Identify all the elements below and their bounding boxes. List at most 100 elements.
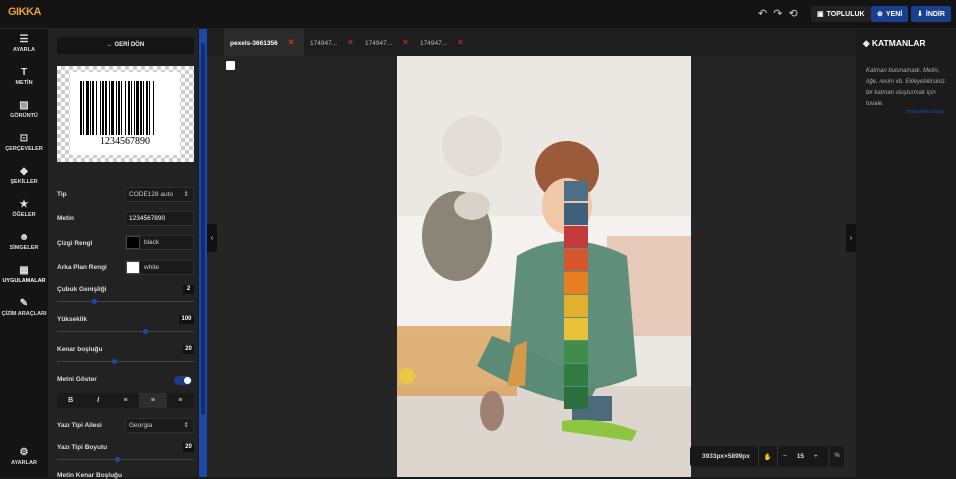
collapse-right-button[interactable]: › <box>846 224 856 252</box>
document-tabs: pexels-3661356 ✕ 174947... ✕ 174947... ✕ 17… <box>207 29 856 56</box>
type-select[interactable]: CODE128 auto ⇕ <box>125 187 194 202</box>
layers-panel: ◈ KATMANLAR Katman bulunamadı. Metin, öğ… <box>856 29 956 477</box>
resize-corner-icon[interactable] <box>226 61 235 70</box>
slider-knob[interactable] <box>115 457 120 462</box>
layers-start-link[interactable]: tıklayarak başla <box>906 109 944 115</box>
text-icon: T <box>20 67 28 78</box>
gear-icon: ⚙ <box>19 447 29 458</box>
back-button[interactable]: ← GERİ DÖN <box>57 37 194 54</box>
star-icon: ★ <box>19 199 29 210</box>
download-button[interactable]: ⬇ İNDİR <box>911 6 951 22</box>
brush-icon: ✎ <box>19 298 29 309</box>
nav-item-elements[interactable]: ★ ÖĞELER <box>0 199 48 229</box>
shapes-icon: ◆ <box>20 166 28 177</box>
barcode-bars <box>80 81 170 135</box>
align-center-button[interactable]: ≡ <box>139 393 167 408</box>
text-label: Metin <box>57 215 74 222</box>
chat-icon: ▣ <box>817 11 824 18</box>
barcode-panel: ← GERİ DÖN 1234567890 Tip CODE128 auto ⇕ … <box>48 29 198 479</box>
zoom-in-button[interactable]: + <box>809 453 823 460</box>
nav-item-image[interactable]: ▨ GÖRÜNTÜ <box>0 100 48 130</box>
zoom-percent-button[interactable]: % <box>830 446 844 467</box>
align-left-button[interactable]: ≡ <box>112 393 139 408</box>
grid-icon: ▦ <box>19 265 29 276</box>
line-color-swatch[interactable] <box>126 236 140 249</box>
italic-button[interactable]: I <box>84 393 111 408</box>
close-icon[interactable]: ✕ <box>347 38 354 47</box>
emoji-icon: ☻ <box>18 232 30 243</box>
show-text-label: Metni Göster <box>57 376 97 383</box>
sliders-icon: ☰ <box>19 34 29 45</box>
nav-item-drawing-tools[interactable]: ✎ ÇİZİM ARAÇLARI <box>0 298 48 328</box>
history-icon[interactable]: ⟲ <box>788 7 797 20</box>
bold-button[interactable]: B <box>57 393 84 408</box>
nav-item-settings[interactable]: ⚙ AYARLAR <box>0 447 48 477</box>
barcode-bar <box>154 81 156 135</box>
nav-item-frames[interactable]: ⊡ ÇERÇEVELER <box>0 133 48 163</box>
height-value: 100 <box>179 315 194 324</box>
tab-4[interactable]: 174947... ✕ <box>414 29 469 56</box>
barcode-preview: 1234567890 <box>57 66 194 162</box>
redo-icon[interactable]: ↷ <box>773 7 782 20</box>
bg-color-swatch[interactable] <box>126 261 140 274</box>
zoom-out-button[interactable]: − <box>778 453 792 460</box>
close-icon[interactable]: ✕ <box>457 38 464 47</box>
slider-knob[interactable] <box>112 359 117 364</box>
slider-knob[interactable] <box>92 299 97 304</box>
frame-icon: ⊡ <box>19 133 29 144</box>
bar-width-label: Çubuk Genişliği <box>57 286 107 293</box>
font-size-value: 20 <box>183 443 194 452</box>
new-button[interactable]: ⊕ YENİ <box>871 6 909 22</box>
nav-item-shapes[interactable]: ◆ ŞEKİLLER <box>0 166 48 196</box>
tab-pexels[interactable]: pexels-3661356 ✕ <box>224 29 304 56</box>
margin-value: 20 <box>183 345 194 354</box>
font-size-slider[interactable] <box>57 457 194 462</box>
collapse-left-button[interactable]: ‹ <box>207 224 217 252</box>
margin-slider[interactable] <box>57 359 194 364</box>
layers-empty-text: Katman bulunamadı. Metin, öğe, resim vb.… <box>866 68 947 107</box>
text-margin-label: Metin Kenar Boşluğu <box>57 472 123 479</box>
app-logo[interactable]: GIKKA <box>8 6 41 18</box>
tab-3[interactable]: 174947... ✕ <box>359 29 414 56</box>
tab-2[interactable]: 174947... ✕ <box>304 29 359 56</box>
margin-label: Kenar boşluğu <box>57 346 103 353</box>
font-family-label: Yazı Tipi Ailesi <box>57 422 102 429</box>
canvas-photo[interactable] <box>397 56 691 477</box>
text-format-group: B I ≡ ≡ ≡ <box>57 393 194 408</box>
height-label: Yükseklik <box>57 316 87 323</box>
height-slider[interactable] <box>57 329 194 334</box>
close-icon[interactable]: ✕ <box>402 38 409 47</box>
nav-item-icons[interactable]: ☻ SİMGELER <box>0 232 48 262</box>
font-size-label: Yazı Tipi Boyutu <box>57 444 108 451</box>
bg-color-label: Arka Plan Rengi <box>57 264 107 271</box>
nav-item-apps[interactable]: ▦ UYGULAMALAR <box>0 265 48 295</box>
undo-icon[interactable]: ↶ <box>758 7 767 20</box>
close-icon[interactable]: ✕ <box>288 38 295 47</box>
bar-width-slider[interactable] <box>57 299 194 304</box>
hand-icon[interactable]: ✋ <box>759 453 777 461</box>
select-arrow-icon: ⇕ <box>183 191 189 198</box>
top-bar: GIKKA ↶ ↷ ⟲ ▣ TOPLULUK ⊕ YENİ ⬇ İNDİR <box>0 0 956 29</box>
type-label: Tip <box>57 191 67 198</box>
left-nav: ☰ AYARLA T METİN ▨ GÖRÜNTÜ ⊡ ÇERÇEVELER ◆ ŞEK… <box>0 29 48 477</box>
download-icon: ⬇ <box>917 11 923 18</box>
nav-item-adjust[interactable]: ☰ AYARLA <box>0 34 48 64</box>
zoom-bar: 3933px×5899px ✋ − 15 + <box>690 446 828 467</box>
photo-illustration <box>397 56 691 477</box>
history-controls: ↶ ↷ ⟲ <box>758 7 798 20</box>
text-input[interactable]: 1234567890 <box>125 211 194 226</box>
barcode-number: 1234567890 <box>100 136 150 147</box>
barcode-image: 1234567890 <box>70 72 180 155</box>
show-text-toggle[interactable] <box>174 376 192 385</box>
nav-item-text[interactable]: T METİN <box>0 67 48 97</box>
plus-icon: ⊕ <box>877 11 883 18</box>
community-button[interactable]: ▣ TOPLULUK <box>811 6 871 22</box>
image-icon: ▨ <box>19 100 29 111</box>
font-family-select[interactable]: Georgia ⇕ <box>125 418 194 433</box>
panel-scrollbar[interactable] <box>199 29 207 477</box>
layers-icon: ◈ <box>863 38 872 48</box>
align-right-button[interactable]: ≡ <box>167 393 194 408</box>
bar-width-value: 2 <box>183 285 194 294</box>
line-color-label: Çizgi Rengi <box>57 240 93 247</box>
slider-knob[interactable] <box>143 329 148 334</box>
